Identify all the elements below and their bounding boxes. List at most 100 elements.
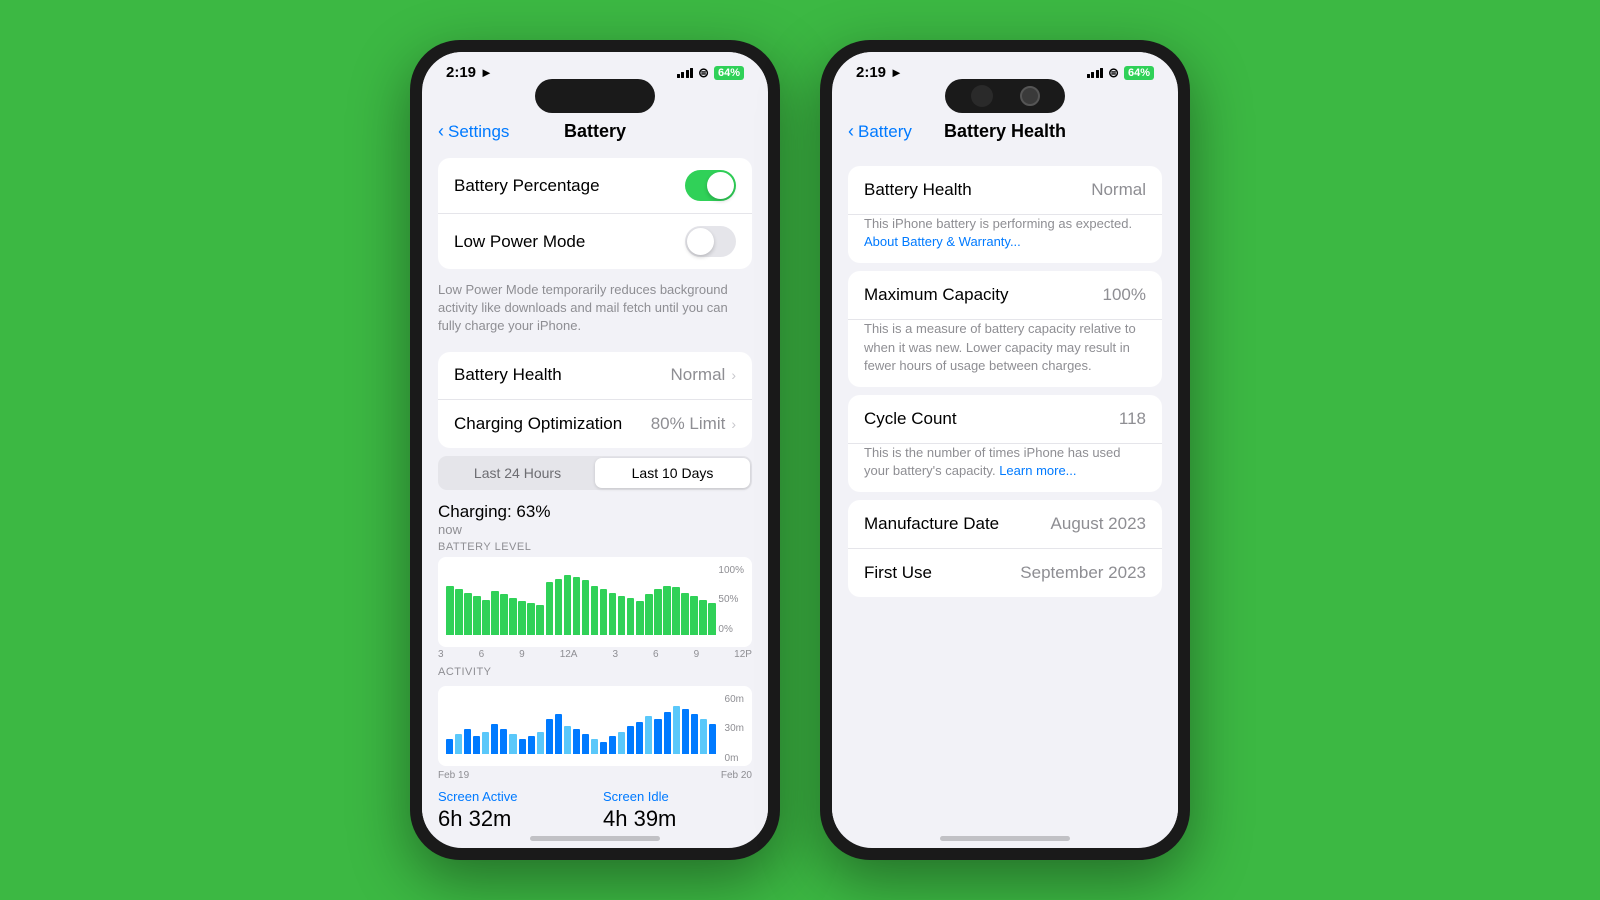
location-icon-1: ► [480, 65, 493, 80]
dynamic-island-1 [535, 79, 655, 113]
island-dot-2 [1020, 86, 1040, 106]
home-bar-1 [530, 836, 660, 841]
home-indicator-2 [832, 828, 1178, 848]
act-y-60: 60m [725, 694, 744, 705]
x-3pm: 3 [612, 649, 618, 660]
low-power-toggle[interactable] [685, 226, 736, 257]
toggle-knob-off [687, 228, 714, 255]
wifi-icon-2: ⊜ [1108, 65, 1119, 81]
battery-health-main-value: Normal [1091, 180, 1146, 200]
toggles-section: Battery Percentage Low Power Mode [438, 158, 752, 269]
low-power-description: Low Power Mode temporarily reduces backg… [422, 277, 768, 344]
battery-percent-badge-2: 64% [1124, 66, 1154, 80]
activity-label: ACTIVITY [438, 666, 752, 678]
content-1: Battery Percentage Low Power Mode Low Po… [422, 150, 768, 828]
battery-warranty-link[interactable]: About Battery & Warranty... [864, 234, 1021, 249]
chart-y-labels: 100% 50% 0% [718, 565, 744, 635]
cycle-count-value: 118 [1119, 409, 1146, 429]
health-chevron-icon: › [731, 367, 736, 383]
manufacture-date-value: August 2023 [1051, 514, 1146, 534]
charging-chevron-icon: › [731, 416, 736, 432]
time-display-2: 2:19 [856, 64, 886, 81]
battery-health-main-label: Battery Health [864, 180, 972, 200]
battery-health-section: Battery Health Normal This iPhone batter… [848, 166, 1162, 263]
activity-chart-container: ACTIVITY 60m 30m 0m Feb 19 Feb 20 [438, 666, 752, 781]
x-9am: 9 [519, 649, 525, 660]
battery-percent-badge-1: 64% [714, 66, 744, 80]
act-y-0: 0m [725, 753, 744, 764]
max-capacity-value: 100% [1103, 285, 1146, 305]
back-button-1[interactable]: ‹ Settings [438, 121, 509, 142]
activity-bars [446, 694, 716, 754]
cycle-count-label: Cycle Count [864, 409, 957, 429]
phone-2-screen: 2:19 ► ⊜ 64% ‹ Battery [832, 52, 1178, 848]
activity-chart: 60m 30m 0m [438, 686, 752, 766]
charging-percent: Charging: 63% [438, 502, 752, 522]
battery-level-label: BATTERY LEVEL [438, 541, 752, 553]
back-button-2[interactable]: ‹ Battery [848, 121, 912, 142]
charging-opt-label: Charging Optimization [454, 414, 622, 434]
dynamic-island-2 [945, 79, 1065, 113]
battery-health-value: Normal [671, 365, 726, 385]
dates-section: Manufacture Date August 2023 First Use S… [848, 500, 1162, 597]
y-label-0: 0% [718, 624, 744, 635]
battery-health-main-row: Battery Health Normal [848, 166, 1162, 215]
charging-time: now [438, 522, 752, 537]
status-icons-2: ⊜ 64% [1087, 65, 1154, 81]
charging-optimization-row[interactable]: Charging Optimization 80% Limit › [438, 400, 752, 448]
y-label-100: 100% [718, 565, 744, 576]
first-use-row: First Use September 2023 [848, 549, 1162, 597]
battery-health-row[interactable]: Battery Health Normal › [438, 352, 752, 400]
tab-24h[interactable]: Last 24 Hours [440, 458, 595, 488]
health-section: Battery Health Normal › Charging Optimiz… [438, 352, 752, 448]
screen-idle-label: Screen Idle [603, 789, 752, 804]
x-3am: 3 [438, 649, 444, 660]
cycle-count-row: Cycle Count 118 [848, 395, 1162, 444]
cycle-count-link[interactable]: Learn more... [999, 463, 1076, 478]
manufacture-date-label: Manufacture Date [864, 514, 999, 534]
x-12am: 12A [560, 649, 578, 660]
home-indicator-1 [422, 828, 768, 848]
x-6pm: 6 [653, 649, 659, 660]
battery-percentage-label: Battery Percentage [454, 176, 600, 196]
battery-health-row-label: Battery Health [454, 365, 562, 385]
max-capacity-row: Maximum Capacity 100% [848, 271, 1162, 320]
phone-1-screen: 2:19 ► ⊜ 64% ‹ Settings Batter [422, 52, 768, 848]
battery-x-labels: 3 6 9 12A 3 6 9 12P [438, 647, 752, 660]
cycle-count-desc: This is the number of times iPhone has u… [848, 444, 1162, 492]
battery-percentage-row[interactable]: Battery Percentage [438, 158, 752, 214]
home-bar-2 [940, 836, 1070, 841]
back-chevron-2: ‹ [848, 121, 854, 142]
low-power-label: Low Power Mode [454, 232, 585, 252]
status-icons-1: ⊜ 64% [677, 65, 744, 81]
battery-health-desc: This iPhone battery is performing as exp… [848, 215, 1162, 263]
tab-10d[interactable]: Last 10 Days [595, 458, 750, 488]
max-capacity-section: Maximum Capacity 100% This is a measure … [848, 271, 1162, 387]
status-time-2: 2:19 ► [856, 64, 903, 81]
first-use-label: First Use [864, 563, 932, 583]
x-9pm: 9 [694, 649, 700, 660]
y-label-50: 50% [718, 594, 744, 605]
battery-bars [446, 565, 716, 635]
nav-bar-1: ‹ Settings Battery [422, 117, 768, 150]
screen-active-item: Screen Active 6h 32m [438, 789, 587, 828]
screen-usage-row: Screen Active 6h 32m Screen Idle 4h 39m [422, 781, 768, 828]
act-feb20: Feb 20 [721, 770, 752, 781]
tab-switcher: Last 24 Hours Last 10 Days [438, 456, 752, 490]
wifi-icon-1: ⊜ [698, 65, 709, 81]
battery-health-row-value: Normal › [671, 365, 736, 385]
status-time-1: 2:19 ► [446, 64, 493, 81]
battery-percentage-toggle[interactable] [685, 170, 736, 201]
max-capacity-label: Maximum Capacity [864, 285, 1009, 305]
x-12pm: 12P [734, 649, 752, 660]
x-6am: 6 [479, 649, 485, 660]
act-feb19: Feb 19 [438, 770, 469, 781]
screen-idle-value: 4h 39m [603, 806, 752, 828]
activity-x-labels: Feb 19 Feb 20 [438, 768, 752, 781]
signal-icon-2 [1087, 68, 1104, 78]
phone-1: 2:19 ► ⊜ 64% ‹ Settings Batter [410, 40, 780, 860]
back-label-2: Battery [858, 122, 912, 142]
nav-bar-2: ‹ Battery Battery Health [832, 117, 1178, 150]
low-power-row[interactable]: Low Power Mode [438, 214, 752, 269]
act-y-30: 30m [725, 723, 744, 734]
